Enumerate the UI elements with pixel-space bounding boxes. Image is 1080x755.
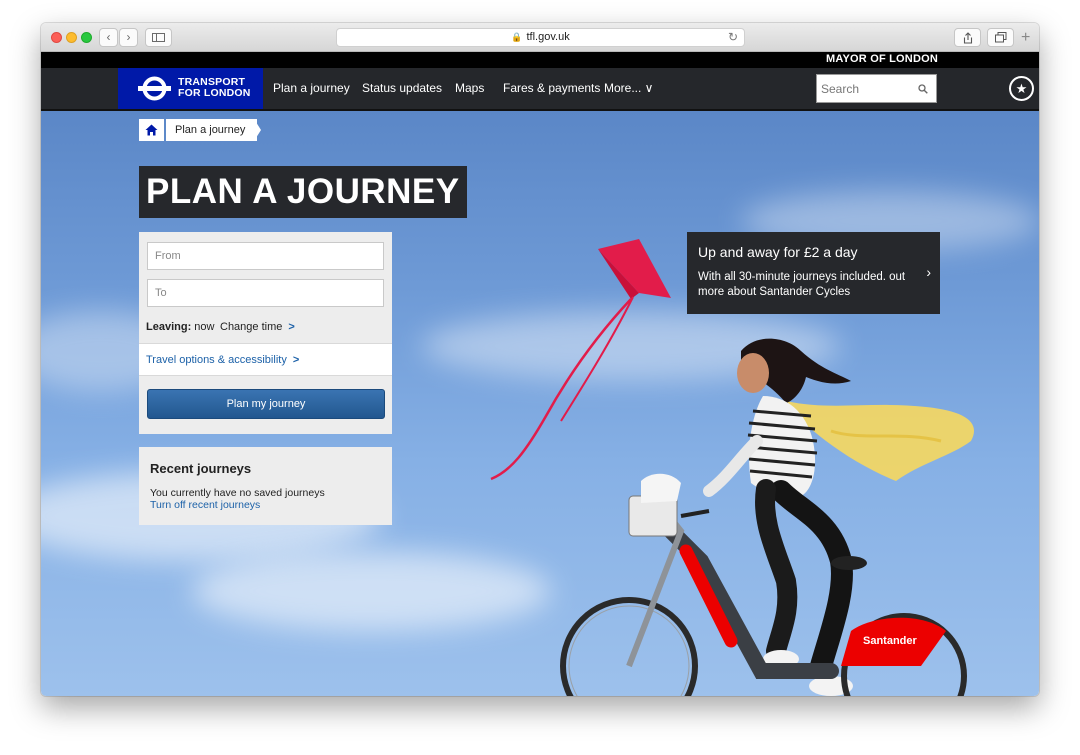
recent-journeys-title: Recent journeys [150, 461, 252, 476]
share-button[interactable] [954, 28, 981, 47]
url-text: tfl.gov.uk [526, 31, 570, 43]
leaving-value: now [194, 321, 215, 333]
breadcrumb-current: Plan a journey [166, 119, 258, 141]
tfl-logo[interactable]: TRANSPORT FOR LONDON [118, 68, 263, 109]
kite-illustration [490, 239, 671, 481]
back-button[interactable]: ‹ [99, 28, 118, 47]
share-icon [963, 32, 972, 44]
browser-titlebar: ‹ › 🔒 tfl.gov.uk ↻ + [41, 23, 1039, 52]
chevron-right-icon: > [292, 354, 300, 366]
journey-planner-form: Leaving: now Change time > Travel options… [139, 232, 392, 434]
hero-section: Santander Plan a journey PLAN A JOURNEY … [41, 111, 1039, 696]
breadcrumb-arrow [254, 119, 261, 141]
breadcrumb-home[interactable] [139, 119, 164, 141]
sidebar-icon [152, 33, 165, 42]
logo-line-2: FOR LONDON [178, 87, 251, 99]
home-icon [145, 124, 158, 136]
favourites-star-button[interactable]: ★ [1009, 76, 1034, 101]
from-input[interactable] [148, 243, 383, 269]
travel-options-label: Travel options & accessibility [146, 354, 287, 366]
browser-window: ‹ › 🔒 tfl.gov.uk ↻ + MAYOR OF LONDON TRA… [41, 23, 1039, 696]
tabs-icon [994, 32, 1006, 43]
bike-santander-logo: Santander [863, 635, 918, 647]
nav-fares-payments[interactable]: Fares & payments [503, 81, 600, 95]
close-window-button[interactable] [51, 32, 62, 43]
mayor-of-london-link[interactable]: MAYOR OF LONDON [826, 53, 938, 65]
nav-more[interactable]: More... ∨ [604, 81, 653, 95]
tabs-overview-button[interactable] [987, 28, 1014, 47]
address-bar[interactable]: 🔒 tfl.gov.uk ↻ [336, 28, 745, 47]
logo-text: TRANSPORT FOR LONDON [178, 77, 251, 99]
cyclist-illustration: Santander [560, 338, 974, 696]
turn-off-recent-journeys-link[interactable]: Turn off recent journeys [150, 499, 260, 511]
maximize-window-button[interactable] [81, 32, 92, 43]
star-icon: ★ [1015, 81, 1028, 96]
lock-icon: 🔒 [511, 32, 523, 42]
nav-status-updates[interactable]: Status updates [362, 81, 442, 95]
nav-plan-a-journey[interactable]: Plan a journey [273, 81, 350, 95]
nav-maps[interactable]: Maps [455, 81, 484, 95]
to-field [147, 279, 384, 307]
chevron-right-icon: › [926, 264, 931, 280]
from-field [147, 242, 384, 270]
reload-icon[interactable]: ↻ [728, 29, 738, 46]
plan-my-journey-button[interactable]: Plan my journey [147, 389, 385, 419]
page-title: PLAN A JOURNEY [139, 166, 467, 218]
leaving-row: Leaving: now [146, 321, 214, 333]
new-tab-button[interactable]: + [1021, 29, 1030, 47]
forward-button[interactable]: › [119, 28, 138, 47]
travel-options-link[interactable]: Travel options & accessibility > [139, 343, 392, 376]
recent-journeys-empty-text: You currently have no saved journeys [150, 487, 325, 499]
recent-journeys-panel: Recent journeys You currently have no sa… [139, 447, 392, 525]
mayor-bar: MAYOR OF LONDON [41, 52, 1039, 68]
search-box [816, 74, 937, 103]
minimize-window-button[interactable] [66, 32, 77, 43]
chevron-right-icon: > [288, 321, 295, 333]
change-time-link[interactable]: Change time > [220, 321, 295, 333]
search-input[interactable] [821, 80, 911, 98]
main-navigation: TRANSPORT FOR LONDON Plan a journey Stat… [41, 68, 1039, 111]
sidebar-toggle-button[interactable] [145, 28, 172, 47]
search-icon[interactable] [918, 84, 928, 94]
to-input[interactable] [148, 280, 383, 306]
roundel-icon [138, 76, 171, 101]
promo-title: Up and away for £2 a day [698, 244, 858, 260]
promo-body: With all 30-minute journeys included. ou… [698, 271, 906, 298]
santander-cycles-promo[interactable]: Up and away for £2 a day With all 30-min… [687, 232, 940, 314]
change-time-label: Change time [220, 321, 283, 333]
leaving-label: Leaving: [146, 321, 192, 333]
tfl-website: MAYOR OF LONDON TRANSPORT FOR LONDON Pla… [41, 52, 1039, 696]
